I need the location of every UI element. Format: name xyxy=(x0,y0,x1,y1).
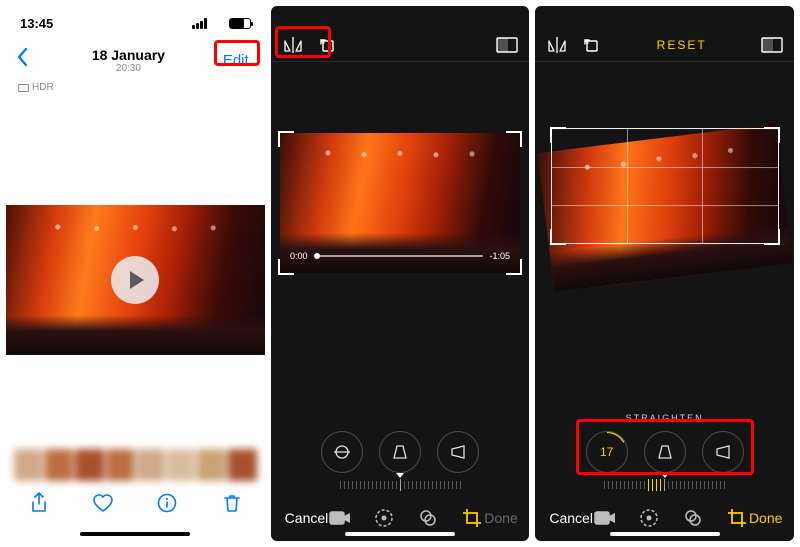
play-icon xyxy=(130,271,144,289)
battery-icon xyxy=(229,18,251,29)
adjust-label: STRAIGHTEN xyxy=(535,413,794,423)
bottom-toolbar xyxy=(6,485,265,521)
adjust-circle-row xyxy=(271,423,530,477)
nav-bar: 18 January 20:30 Edit xyxy=(6,40,265,80)
mode-filters-button[interactable] xyxy=(416,506,440,530)
status-right xyxy=(192,18,251,29)
favorite-button[interactable] xyxy=(92,492,114,514)
aspect-ratio-button[interactable] xyxy=(760,33,784,57)
play-button[interactable] xyxy=(111,256,159,304)
adjust-dial[interactable] xyxy=(271,477,530,495)
info-button[interactable] xyxy=(156,492,178,514)
perspective-v-button[interactable] xyxy=(644,431,686,473)
cancel-button[interactable]: Cancel xyxy=(285,510,329,526)
signal-icon xyxy=(192,18,207,29)
crop-handle-br[interactable] xyxy=(764,229,780,245)
aspect-ratio-button[interactable] xyxy=(495,33,519,57)
crop-handle-tl[interactable] xyxy=(278,131,294,147)
crop-handle-bl[interactable] xyxy=(278,259,294,275)
video-preview[interactable] xyxy=(6,205,265,355)
scrubber[interactable]: 0:00 -1:05 xyxy=(290,251,510,261)
editor-straighten-screen: RESET STRAIGHTEN 17 xyxy=(535,6,794,541)
scrub-end: -1:05 xyxy=(489,251,510,261)
home-indicator[interactable] xyxy=(345,532,455,536)
flip-horizontal-button[interactable] xyxy=(281,33,305,57)
crop-handle-tr[interactable] xyxy=(506,131,522,147)
adjust-dial[interactable] xyxy=(535,477,794,495)
video-crop-frame[interactable]: 0:00 -1:05 xyxy=(280,133,520,273)
mode-adjust-button[interactable] xyxy=(637,506,661,530)
crop-handle-br[interactable] xyxy=(506,259,522,275)
crop-handle-tl[interactable] xyxy=(550,127,566,143)
dial-marker-icon xyxy=(661,473,669,478)
nav-time: 20:30 xyxy=(40,63,217,74)
crop-grid-overlay[interactable] xyxy=(551,128,779,244)
crop-handle-bl[interactable] xyxy=(550,229,566,245)
scrub-start: 0:00 xyxy=(290,251,308,261)
straighten-button[interactable] xyxy=(321,431,363,473)
straighten-value: 17 xyxy=(600,445,613,459)
mode-crop-button[interactable] xyxy=(460,506,484,530)
perspective-h-button[interactable] xyxy=(702,431,744,473)
adjust-circle-row: 17 xyxy=(535,423,794,477)
status-time: 13:45 xyxy=(20,16,53,31)
done-button[interactable]: Done xyxy=(484,510,517,526)
mode-video-button[interactable] xyxy=(593,506,617,530)
cancel-button[interactable]: Cancel xyxy=(549,510,593,526)
straighten-value-button[interactable]: 17 xyxy=(586,431,628,473)
editor-crop-screen: 0:00 -1:05 Cancel xyxy=(271,6,530,541)
editor-canvas[interactable] xyxy=(535,62,794,413)
hdr-label: HDR xyxy=(32,82,54,93)
editor-top-bar xyxy=(271,28,530,62)
mode-filters-button[interactable] xyxy=(681,506,705,530)
nav-date: 18 January xyxy=(40,47,217,63)
done-button[interactable]: Done xyxy=(749,510,782,526)
wifi-icon xyxy=(211,18,225,29)
flip-horizontal-button[interactable] xyxy=(545,33,569,57)
hdr-rect-icon xyxy=(18,84,29,92)
edit-button[interactable]: Edit xyxy=(217,49,255,72)
back-button[interactable] xyxy=(16,47,40,73)
mode-adjust-button[interactable] xyxy=(372,506,396,530)
thumbnail-strip[interactable] xyxy=(6,449,265,481)
reset-button[interactable]: RESET xyxy=(657,38,707,52)
status-bar: 13:45 xyxy=(6,6,265,40)
photos-view-screen: 13:45 18 January 20:30 Edit HDR xyxy=(6,6,265,541)
rotate-button[interactable] xyxy=(315,33,339,57)
rotate-button[interactable] xyxy=(579,33,603,57)
home-indicator[interactable] xyxy=(80,532,190,536)
perspective-h-button[interactable] xyxy=(437,431,479,473)
dial-marker-icon xyxy=(396,473,404,478)
hdr-badge: HDR xyxy=(6,80,265,95)
mode-video-button[interactable] xyxy=(328,506,352,530)
editor-canvas[interactable]: 0:00 -1:05 xyxy=(271,62,530,423)
home-indicator[interactable] xyxy=(610,532,720,536)
perspective-v-button[interactable] xyxy=(379,431,421,473)
editor-top-bar: RESET xyxy=(535,28,794,62)
mode-crop-button[interactable] xyxy=(725,506,749,530)
delete-button[interactable] xyxy=(221,492,243,514)
crop-handle-tr[interactable] xyxy=(764,127,780,143)
share-button[interactable] xyxy=(28,492,50,514)
nav-title: 18 January 20:30 xyxy=(40,47,217,74)
